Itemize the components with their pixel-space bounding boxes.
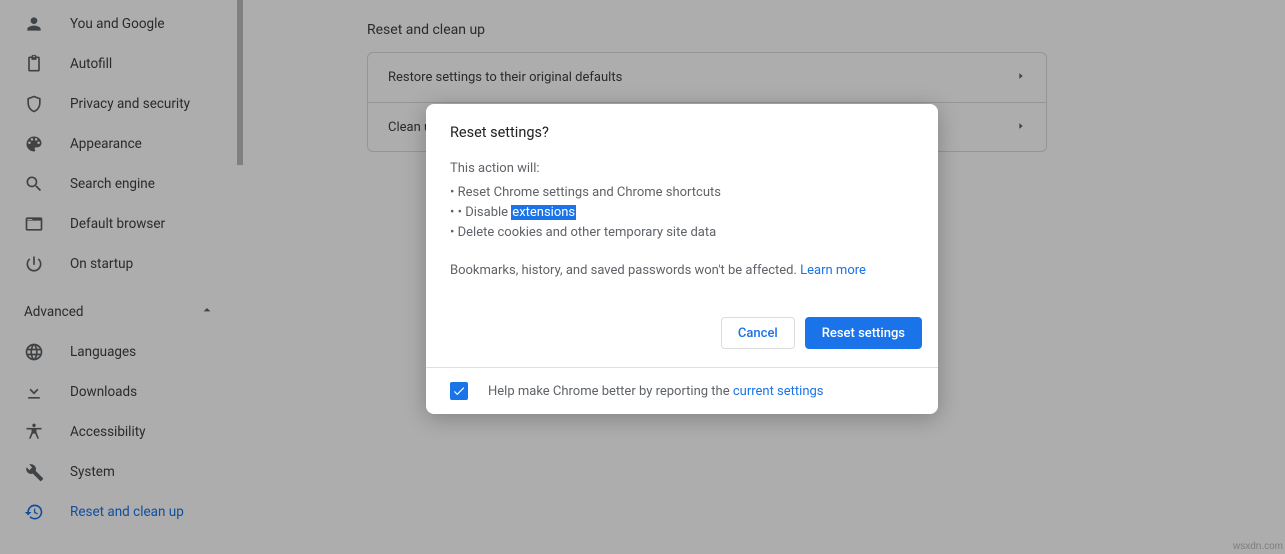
dialog-intro: This action will: [450,159,914,179]
dialog-bullet-2: • Disable extensions [450,203,914,223]
check-icon [452,384,466,398]
reset-settings-dialog: Reset settings? This action will: Reset … [426,104,938,414]
reset-settings-button[interactable]: Reset settings [805,317,922,349]
dialog-bullet-1: Reset Chrome settings and Chrome shortcu… [450,183,914,203]
watermark: wsxdn.com [1233,541,1283,552]
dialog-note: Bookmarks, history, and saved passwords … [450,261,914,281]
current-settings-link[interactable]: current settings [733,384,824,399]
cancel-button[interactable]: Cancel [721,317,795,349]
dialog-footer-text: Help make Chrome better by reporting the… [488,384,824,399]
dialog-text: This action will: Reset Chrome settings … [450,159,914,281]
learn-more-link[interactable]: Learn more [800,263,866,278]
report-checkbox[interactable] [450,382,468,400]
dialog-title: Reset settings? [450,124,914,141]
dialog-bullet-3: Delete cookies and other temporary site … [450,223,914,243]
